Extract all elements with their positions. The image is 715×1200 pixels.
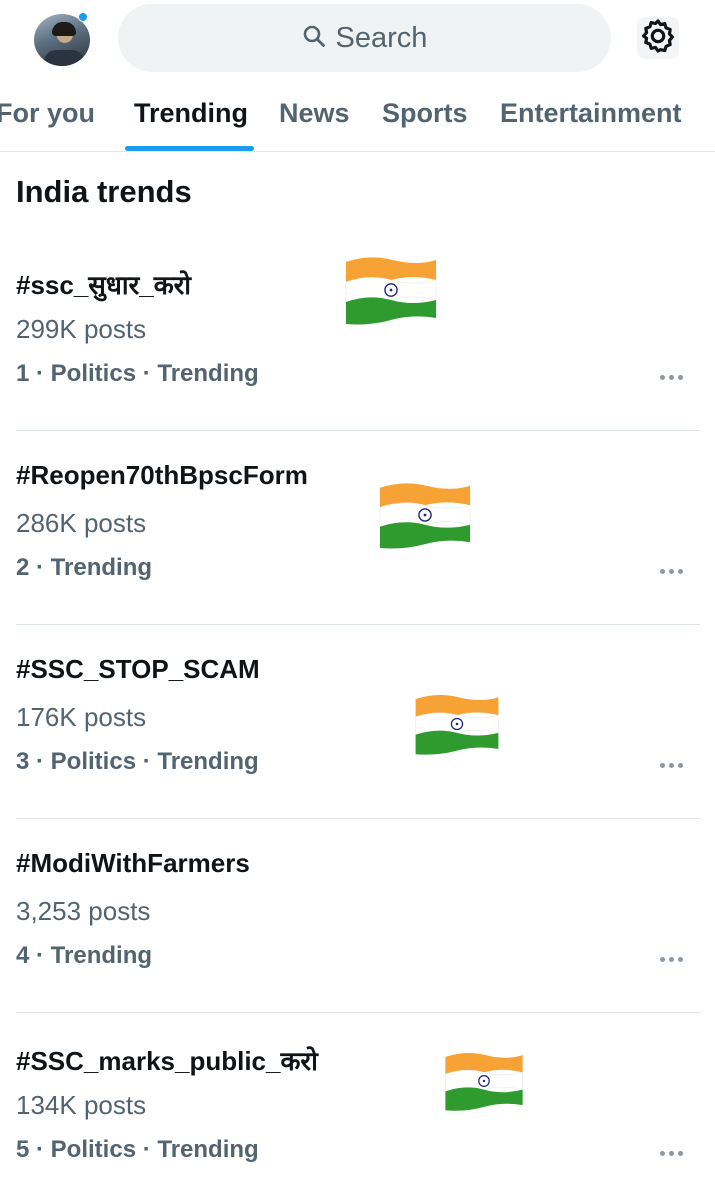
tab-trending[interactable]: Trending <box>134 98 248 129</box>
more-horizontal-icon[interactable] <box>654 758 688 772</box>
notification-dot <box>78 12 88 22</box>
trend-item[interactable]: #ModiWithFarmers 3,253 posts 4 · Trendin… <box>0 818 715 1013</box>
search-placeholder: Search <box>335 21 428 54</box>
active-tab-indicator <box>125 146 254 151</box>
india-flag-icon <box>442 1050 526 1112</box>
india-flag-icon <box>342 254 440 326</box>
settings-button[interactable] <box>637 17 679 59</box>
more-horizontal-icon[interactable] <box>654 952 688 966</box>
search-bar[interactable]: Search <box>118 4 611 72</box>
trend-meta: 4 · Trending <box>16 942 153 969</box>
india-flag-icon <box>376 480 474 550</box>
trend-item[interactable]: #Reopen70thBpscForm 286K posts 2 · Trend… <box>0 430 715 625</box>
trend-post-count: 286K posts <box>16 508 147 538</box>
section-title: India trends <box>16 174 192 209</box>
trend-post-count: 3,253 posts <box>16 896 151 926</box>
trend-name: #ModiWithFarmers <box>16 848 250 878</box>
trend-meta: 2 · Trending <box>16 554 153 581</box>
top-bar: Search <box>0 0 715 80</box>
trend-meta: 3 · Politics · Trending <box>16 748 259 775</box>
trend-name: #SSC_marks_public_करो <box>16 1046 318 1076</box>
gear-icon <box>639 17 677 60</box>
trend-meta: 5 · Politics · Trending <box>16 1136 259 1163</box>
tab-entertainment[interactable]: Entertainment <box>500 98 682 129</box>
more-horizontal-icon[interactable] <box>654 370 688 384</box>
trend-item[interactable]: #ssc_सुधार_करो 299K posts 1 · Politics ·… <box>0 236 715 431</box>
trend-post-count: 299K posts <box>16 314 147 344</box>
tab-for-you[interactable]: For you <box>0 98 95 129</box>
trend-post-count: 134K posts <box>16 1090 147 1120</box>
tab-news[interactable]: News <box>279 98 350 129</box>
india-flag-icon <box>412 692 502 756</box>
trend-meta: 1 · Politics · Trending <box>16 360 259 387</box>
trend-item[interactable]: #SSC_marks_public_करो 134K posts 5 · Pol… <box>0 1012 715 1200</box>
more-horizontal-icon[interactable] <box>654 1146 688 1160</box>
trend-name: #Reopen70thBpscForm <box>16 460 308 490</box>
trend-item[interactable]: #SSC_STOP_SCAM 176K posts 3 · Politics ·… <box>0 624 715 819</box>
search-icon <box>302 24 326 53</box>
tab-bar: For you Trending News Sports Entertainme… <box>0 84 715 152</box>
more-horizontal-icon[interactable] <box>654 564 688 578</box>
trend-name: #SSC_STOP_SCAM <box>16 654 260 684</box>
tab-sports[interactable]: Sports <box>382 98 468 129</box>
trend-name: #ssc_सुधार_करो <box>16 270 192 300</box>
trend-post-count: 176K posts <box>16 702 147 732</box>
